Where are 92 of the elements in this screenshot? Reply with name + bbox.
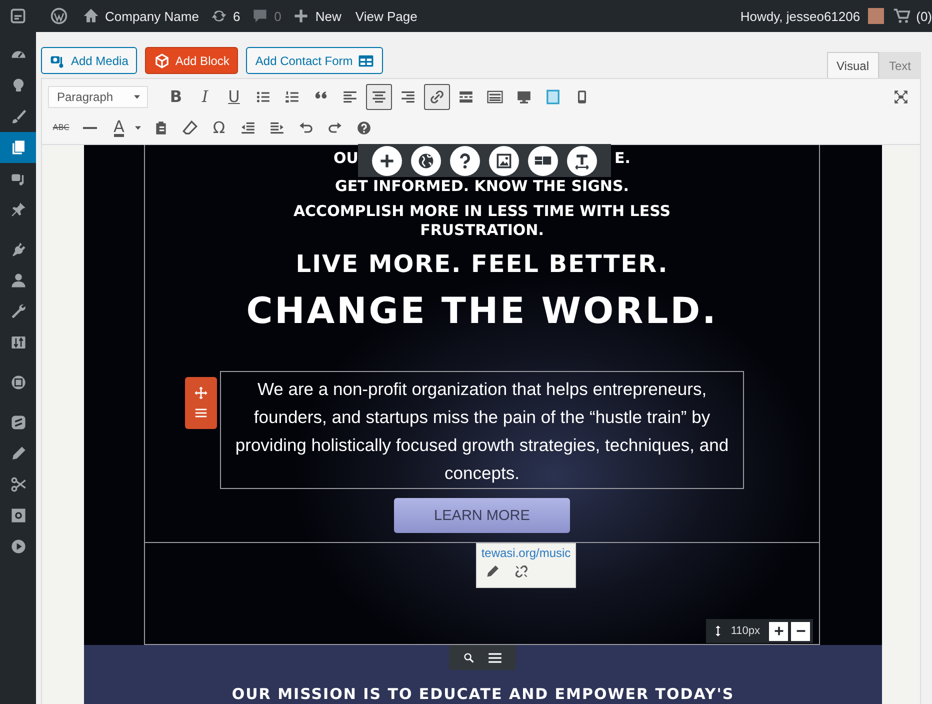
- bold-button[interactable]: B: [163, 84, 189, 110]
- user-icon: [10, 272, 26, 289]
- cart-icon: [893, 7, 912, 25]
- underline-button[interactable]: U: [221, 84, 247, 110]
- wrench-icon: [10, 303, 26, 320]
- globe-button[interactable]: [411, 146, 441, 176]
- heading-text: LIVE MORE. FEEL BETTER.: [296, 249, 668, 279]
- cart-menu-item[interactable]: (0): [888, 7, 932, 25]
- badge-icon: [10, 414, 26, 431]
- disc-icon: [10, 374, 26, 391]
- eraser-icon: [182, 120, 198, 136]
- format-dropdown[interactable]: Paragraph: [48, 86, 148, 108]
- heading-text: OU: [334, 149, 358, 167]
- plus-icon: [292, 7, 310, 25]
- desktop-icon: [516, 89, 532, 105]
- broken-link-icon[interactable]: [514, 564, 529, 579]
- fullscreen-icon: [893, 89, 909, 105]
- block-handle[interactable]: [185, 377, 217, 429]
- image-button[interactable]: [489, 146, 519, 176]
- heading-text: E.: [614, 149, 630, 167]
- link-icon: [429, 89, 445, 105]
- heading-text: ACCOMPLISH MORE IN LESS TIME WITH LESS FRUSTRATION.: [292, 202, 672, 240]
- layout-button[interactable]: [528, 146, 558, 176]
- plug-icon: [10, 241, 26, 258]
- keyboard-icon: [487, 89, 503, 105]
- safe-icon: [10, 507, 26, 524]
- plus-icon: [378, 152, 396, 170]
- site-logo-icon[interactable]: [9, 7, 27, 25]
- heading-text: OUR MISSION IS TO EDUCATE AND EMPOWER TODAY'S: [232, 685, 734, 703]
- sliders-icon: [10, 334, 26, 351]
- add-form-button[interactable]: Add Contact Form: [246, 47, 383, 74]
- clipboard-icon: [153, 120, 169, 136]
- undo-icon: [298, 120, 314, 136]
- tablet-icon: [545, 89, 561, 105]
- italic-button[interactable]: I: [192, 84, 218, 110]
- cube-icon: [154, 52, 170, 68]
- new-menu-item[interactable]: New: [287, 7, 342, 25]
- home-icon: [82, 7, 100, 25]
- decrease-button[interactable]: [791, 622, 810, 640]
- add-block-button[interactable]: Add Block: [145, 47, 238, 74]
- increase-button[interactable]: [769, 622, 788, 640]
- numbered-list-icon: [284, 89, 300, 105]
- home-menu-item[interactable]: Company Name: [77, 7, 199, 25]
- link-button[interactable]: [424, 84, 450, 110]
- grid-form-icon: [358, 52, 374, 68]
- align-right-icon: [400, 89, 416, 105]
- pencil-icon: [10, 445, 26, 462]
- sidebar-item[interactable]: [0, 132, 36, 163]
- plus-button[interactable]: [372, 146, 402, 176]
- strikethrough-button[interactable]: ABC: [48, 115, 74, 141]
- text-size-button[interactable]: [567, 146, 597, 176]
- pin-icon: [10, 201, 26, 218]
- help-icon: [356, 120, 372, 136]
- menu-icon: [194, 406, 208, 420]
- image-icon: [495, 152, 513, 170]
- question-button[interactable]: [450, 146, 480, 176]
- brush-icon: [10, 108, 26, 125]
- heading-text: CHANGE THE WORLD.: [246, 290, 718, 334]
- search-icon: [462, 652, 474, 664]
- indent-icon: [269, 120, 285, 136]
- text-size-icon: [573, 152, 591, 170]
- wp-logo-icon[interactable]: [50, 7, 68, 25]
- greeting-text[interactable]: Howdy, jesseo61206: [740, 8, 860, 24]
- align-left-icon: [342, 89, 358, 105]
- pages-icon: [10, 139, 26, 156]
- url-link[interactable]: tewasi.org/music: [481, 546, 571, 560]
- scissors-icon: [10, 476, 26, 493]
- avatar-placeholder[interactable]: [868, 8, 884, 24]
- speech-bubble-icon: [251, 7, 270, 25]
- view-page-link[interactable]: View Page: [355, 8, 418, 24]
- editor-tab[interactable]: Visual: [826, 52, 879, 78]
- align-center-button[interactable]: [366, 84, 392, 110]
- move-icon: [194, 386, 208, 400]
- horizontal-line-icon: [83, 127, 97, 129]
- learn-more-button[interactable]: LEARN MORE: [394, 498, 570, 533]
- play-icon: [10, 538, 26, 555]
- height-value: 110px: [730, 625, 760, 637]
- plus-icon: [772, 625, 784, 637]
- add-media-button[interactable]: Add Media: [41, 47, 138, 74]
- section-handle[interactable]: [449, 645, 516, 670]
- text-color-button[interactable]: A: [106, 115, 132, 141]
- globe-icon: [417, 152, 435, 170]
- updates-menu-item[interactable]: 6: [204, 7, 240, 25]
- bullet-list-icon: [255, 89, 271, 105]
- pencil-icon[interactable]: [485, 564, 500, 579]
- paragraph-text: We are a non-profit organization that helps entrepreneurs, founders, and startups miss the pain of the “hustle train” by providing holistically focused growth strategies, techniques, and concepts.: [220, 371, 744, 489]
- align-center-icon: [371, 89, 387, 105]
- heading-text: GET INFORMED. KNOW THE SIGNS.: [335, 177, 629, 196]
- outdent-icon: [240, 120, 256, 136]
- omega-button[interactable]: Ω: [206, 115, 232, 141]
- redo-icon: [327, 120, 343, 136]
- read-more-icon: [458, 89, 474, 105]
